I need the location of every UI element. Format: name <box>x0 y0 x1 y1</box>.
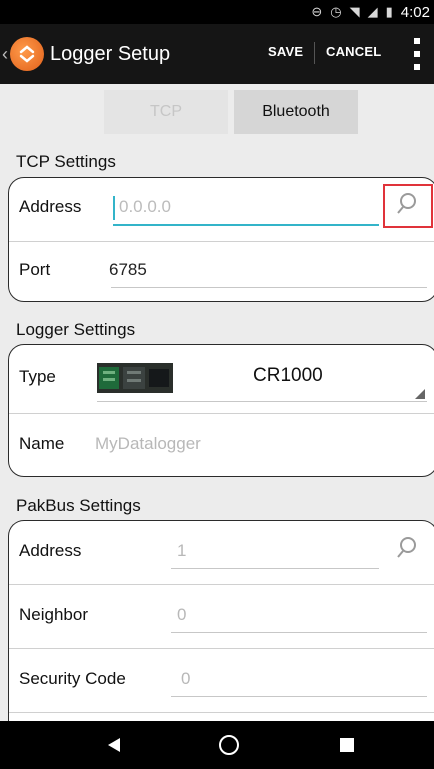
pakbus-security-label: Security Code <box>19 669 126 688</box>
page-title: Logger Setup <box>50 42 171 65</box>
tcp-address-underline <box>113 224 379 226</box>
logger-type-underline <box>97 401 427 402</box>
signal-icon: ◢ <box>367 4 378 19</box>
pakbus-address-row: Address 1 <box>9 521 434 585</box>
search-pakbus-icon[interactable] <box>393 535 421 563</box>
search-tcp-icon[interactable] <box>393 191 421 219</box>
pakbus-neighbor-input[interactable]: 0 <box>177 605 186 625</box>
tcp-address-row: Address 0.0.0.0 <box>9 178 434 242</box>
tcp-port-row: Port 6785 <box>9 242 434 306</box>
logger-name-row: Name MyDatalogger <box>9 414 434 478</box>
app-bar: ‹ Logger Setup SAVE CANCEL <box>0 24 434 84</box>
cancel-button[interactable]: CANCEL <box>326 44 381 59</box>
pakbus-security-row: Security Code 0 <box>9 649 434 713</box>
logger-name-label: Name <box>19 434 65 453</box>
pakbus-security-underline <box>171 696 427 697</box>
pakbus-settings-heading: PakBus Settings <box>16 496 141 515</box>
logger-settings-heading: Logger Settings <box>16 320 136 339</box>
pakbus-neighbor-row: Neighbor 0 <box>9 585 434 649</box>
tcp-address-label: Address <box>19 197 82 216</box>
logger-type-label: Type <box>19 367 56 386</box>
status-bar: ⊖ ◷ ◥ ◢ ▮ 4:02 <box>0 0 434 24</box>
tcp-port-input[interactable]: 6785 <box>109 260 147 280</box>
text-cursor <box>113 196 115 220</box>
battery-icon: ▮ <box>385 4 393 19</box>
tcp-settings-card: Address 0.0.0.0 Port 6785 <box>8 177 434 302</box>
dropdown-arrow-icon[interactable] <box>415 389 425 399</box>
back-chevron-icon[interactable]: ‹ <box>2 44 8 65</box>
datalogger-image <box>97 359 173 395</box>
alarm-icon: ◷ <box>330 4 342 19</box>
sync-icon: ⊖ <box>311 4 323 19</box>
action-divider <box>314 42 315 64</box>
nav-back-icon[interactable] <box>108 738 120 752</box>
logger-name-input[interactable]: MyDatalogger <box>95 434 201 454</box>
pakbus-security-input[interactable]: 0 <box>181 669 190 689</box>
tab-tcp[interactable]: TCP <box>104 90 228 134</box>
tcp-port-underline <box>111 287 427 288</box>
system-nav-bar <box>0 721 434 769</box>
save-button[interactable]: SAVE <box>268 44 303 59</box>
wifi-icon: ◥ <box>349 4 360 19</box>
logger-type-row[interactable]: Type CR1000 <box>9 345 434 409</box>
row-divider <box>9 712 434 713</box>
overflow-menu-icon[interactable] <box>414 38 420 70</box>
tcp-settings-heading: TCP Settings <box>16 152 116 171</box>
status-time: 4:02 <box>400 3 430 21</box>
nav-recents-icon[interactable] <box>340 738 354 752</box>
pakbus-address-input[interactable]: 1 <box>177 541 186 561</box>
pakbus-address-label: Address <box>19 541 82 560</box>
tcp-port-label: Port <box>19 260 51 279</box>
pakbus-neighbor-underline <box>171 632 427 633</box>
logger-settings-card: Type CR1000 Name MyDatalogger <box>8 344 434 477</box>
app-logo-icon[interactable] <box>10 37 44 71</box>
pakbus-address-underline <box>171 568 379 569</box>
tab-bluetooth[interactable]: Bluetooth <box>234 90 358 134</box>
pakbus-neighbor-label: Neighbor <box>19 605 88 624</box>
pakbus-settings-card: Address 1 Neighbor 0 Security Code 0 <box>8 520 434 721</box>
nav-home-icon[interactable] <box>219 735 239 755</box>
tcp-address-input[interactable]: 0.0.0.0 <box>119 197 171 217</box>
logger-type-select[interactable]: CR1000 <box>253 365 323 387</box>
